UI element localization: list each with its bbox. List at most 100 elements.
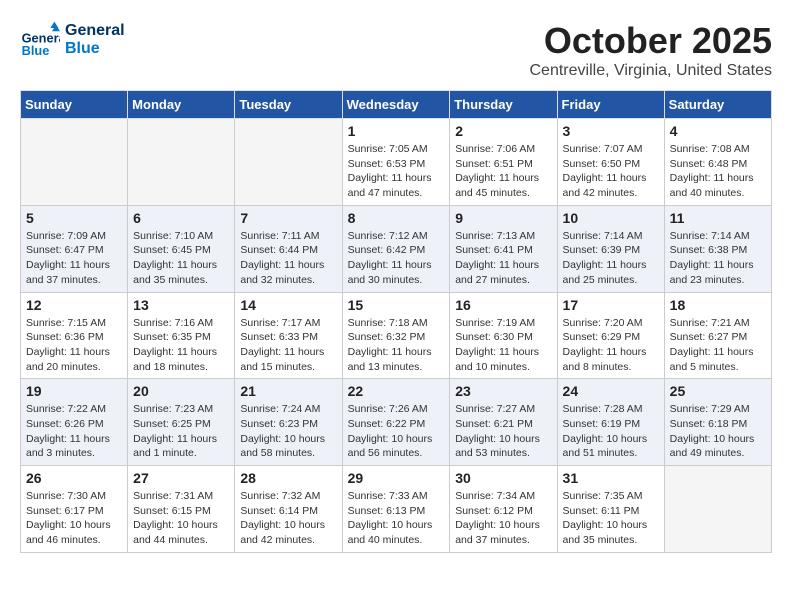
day-info: Sunrise: 7:14 AMSunset: 6:39 PMDaylight:… (563, 229, 659, 288)
day-number: 3 (563, 123, 659, 139)
header-wednesday: Wednesday (342, 91, 450, 119)
day-info: Sunrise: 7:05 AMSunset: 6:53 PMDaylight:… (348, 142, 445, 201)
day-info: Sunrise: 7:26 AMSunset: 6:22 PMDaylight:… (348, 402, 445, 461)
day-info: Sunrise: 7:13 AMSunset: 6:41 PMDaylight:… (455, 229, 551, 288)
day-number: 16 (455, 297, 551, 313)
day-number: 5 (26, 210, 122, 226)
table-row: 27 Sunrise: 7:31 AMSunset: 6:15 PMDayligh… (128, 466, 235, 553)
day-number: 24 (563, 383, 659, 399)
day-info: Sunrise: 7:27 AMSunset: 6:21 PMDaylight:… (455, 402, 551, 461)
table-row: 10 Sunrise: 7:14 AMSunset: 6:39 PMDayligh… (557, 205, 664, 292)
day-number: 29 (348, 470, 445, 486)
day-info: Sunrise: 7:15 AMSunset: 6:36 PMDaylight:… (26, 316, 122, 375)
calendar-week-row: 5 Sunrise: 7:09 AMSunset: 6:47 PMDaylight… (21, 205, 772, 292)
table-row: 14Sunrise: 7:17 AMSunset: 6:33 PMDayligh… (235, 292, 342, 379)
day-number: 10 (563, 210, 659, 226)
day-number: 11 (670, 210, 766, 226)
header-monday: Monday (128, 91, 235, 119)
day-number: 1 (348, 123, 445, 139)
header-saturday: Saturday (664, 91, 771, 119)
table-row: 1 Sunrise: 7:05 AMSunset: 6:53 PMDaylight… (342, 119, 450, 206)
day-info: Sunrise: 7:30 AMSunset: 6:17 PMDaylight:… (26, 489, 122, 548)
table-row: 22 Sunrise: 7:26 AMSunset: 6:22 PMDayligh… (342, 379, 450, 466)
day-info: Sunrise: 7:07 AMSunset: 6:50 PMDaylight:… (563, 142, 659, 201)
day-number: 28 (240, 470, 336, 486)
day-number: 23 (455, 383, 551, 399)
day-info: Sunrise: 7:11 AMSunset: 6:44 PMDaylight:… (240, 229, 336, 288)
day-number: 25 (670, 383, 766, 399)
day-number: 21 (240, 383, 336, 399)
day-info: Sunrise: 7:06 AMSunset: 6:51 PMDaylight:… (455, 142, 551, 201)
table-row: 12 Sunrise: 7:15 AMSunset: 6:36 PMDayligh… (21, 292, 128, 379)
day-number: 19 (26, 383, 122, 399)
table-row: 11 Sunrise: 7:14 AMSunset: 6:38 PMDayligh… (664, 205, 771, 292)
day-number: 27 (133, 470, 229, 486)
calendar-table: Sunday Monday Tuesday Wednesday Thursday… (20, 90, 772, 553)
day-info: Sunrise: 7:08 AMSunset: 6:48 PMDaylight:… (670, 142, 766, 201)
day-info: Sunrise: 7:17 AMSunset: 6:33 PMDaylight:… (240, 316, 336, 375)
logo-icon: General Blue (20, 20, 60, 60)
day-number: 4 (670, 123, 766, 139)
logo-text: General Blue (65, 22, 125, 58)
table-row: 29Sunrise: 7:33 AMSunset: 6:13 PMDayligh… (342, 466, 450, 553)
table-row: 5 Sunrise: 7:09 AMSunset: 6:47 PMDaylight… (21, 205, 128, 292)
table-row: 2Sunrise: 7:06 AMSunset: 6:51 PMDaylight… (450, 119, 557, 206)
day-info: Sunrise: 7:24 AMSunset: 6:23 PMDaylight:… (240, 402, 336, 461)
day-number: 20 (133, 383, 229, 399)
day-info: Sunrise: 7:32 AMSunset: 6:14 PMDaylight:… (240, 489, 336, 548)
day-number: 12 (26, 297, 122, 313)
day-info: Sunrise: 7:09 AMSunset: 6:47 PMDaylight:… (26, 229, 122, 288)
day-number: 9 (455, 210, 551, 226)
table-row: 24 Sunrise: 7:28 AMSunset: 6:19 PMDayligh… (557, 379, 664, 466)
day-info: Sunrise: 7:23 AMSunset: 6:25 PMDaylight:… (133, 402, 229, 461)
day-info: Sunrise: 7:10 AMSunset: 6:45 PMDaylight:… (133, 229, 229, 288)
table-row: 16Sunrise: 7:19 AMSunset: 6:30 PMDayligh… (450, 292, 557, 379)
table-row: 20 Sunrise: 7:23 AMSunset: 6:25 PMDayligh… (128, 379, 235, 466)
table-row: 19 Sunrise: 7:22 AMSunset: 6:26 PMDayligh… (21, 379, 128, 466)
table-row: 21 Sunrise: 7:24 AMSunset: 6:23 PMDayligh… (235, 379, 342, 466)
calendar-week-row: 12 Sunrise: 7:15 AMSunset: 6:36 PMDayligh… (21, 292, 772, 379)
table-row: 9 Sunrise: 7:13 AMSunset: 6:41 PMDaylight… (450, 205, 557, 292)
table-row: 8Sunrise: 7:12 AMSunset: 6:42 PMDaylight… (342, 205, 450, 292)
day-number: 18 (670, 297, 766, 313)
calendar-week-row: 19 Sunrise: 7:22 AMSunset: 6:26 PMDayligh… (21, 379, 772, 466)
day-info: Sunrise: 7:20 AMSunset: 6:29 PMDaylight:… (563, 316, 659, 375)
table-row: 31 Sunrise: 7:35 AMSunset: 6:11 PMDayligh… (557, 466, 664, 553)
table-row: 3 Sunrise: 7:07 AMSunset: 6:50 PMDaylight… (557, 119, 664, 206)
header-tuesday: Tuesday (235, 91, 342, 119)
day-info: Sunrise: 7:22 AMSunset: 6:26 PMDaylight:… (26, 402, 122, 461)
day-number: 22 (348, 383, 445, 399)
day-info: Sunrise: 7:28 AMSunset: 6:19 PMDaylight:… (563, 402, 659, 461)
table-row (235, 119, 342, 206)
table-row: 18 Sunrise: 7:21 AMSunset: 6:27 PMDayligh… (664, 292, 771, 379)
calendar-week-row: 26Sunrise: 7:30 AMSunset: 6:17 PMDayligh… (21, 466, 772, 553)
day-info: Sunrise: 7:31 AMSunset: 6:15 PMDaylight:… (133, 489, 229, 548)
day-info: Sunrise: 7:14 AMSunset: 6:38 PMDaylight:… (670, 229, 766, 288)
table-row (21, 119, 128, 206)
page-header: General Blue General Blue October 2025 C… (20, 20, 772, 80)
day-number: 13 (133, 297, 229, 313)
table-row: 13Sunrise: 7:16 AMSunset: 6:35 PMDayligh… (128, 292, 235, 379)
header-thursday: Thursday (450, 91, 557, 119)
day-number: 8 (348, 210, 445, 226)
day-info: Sunrise: 7:29 AMSunset: 6:18 PMDaylight:… (670, 402, 766, 461)
svg-text:Blue: Blue (22, 43, 50, 58)
table-row: 4 Sunrise: 7:08 AMSunset: 6:48 PMDaylight… (664, 119, 771, 206)
header-sunday: Sunday (21, 91, 128, 119)
table-row: 26Sunrise: 7:30 AMSunset: 6:17 PMDayligh… (21, 466, 128, 553)
table-row (128, 119, 235, 206)
day-number: 7 (240, 210, 336, 226)
day-info: Sunrise: 7:21 AMSunset: 6:27 PMDaylight:… (670, 316, 766, 375)
logo: General Blue General Blue (20, 20, 125, 60)
day-info: Sunrise: 7:35 AMSunset: 6:11 PMDaylight:… (563, 489, 659, 548)
table-row: 6Sunrise: 7:10 AMSunset: 6:45 PMDaylight… (128, 205, 235, 292)
day-number: 31 (563, 470, 659, 486)
table-row: 30 Sunrise: 7:34 AMSunset: 6:12 PMDayligh… (450, 466, 557, 553)
day-info: Sunrise: 7:34 AMSunset: 6:12 PMDaylight:… (455, 489, 551, 548)
day-number: 30 (455, 470, 551, 486)
day-number: 17 (563, 297, 659, 313)
table-row: 25 Sunrise: 7:29 AMSunset: 6:18 PMDayligh… (664, 379, 771, 466)
table-row: 28 Sunrise: 7:32 AMSunset: 6:14 PMDayligh… (235, 466, 342, 553)
header-friday: Friday (557, 91, 664, 119)
table-row: 7 Sunrise: 7:11 AMSunset: 6:44 PMDaylight… (235, 205, 342, 292)
